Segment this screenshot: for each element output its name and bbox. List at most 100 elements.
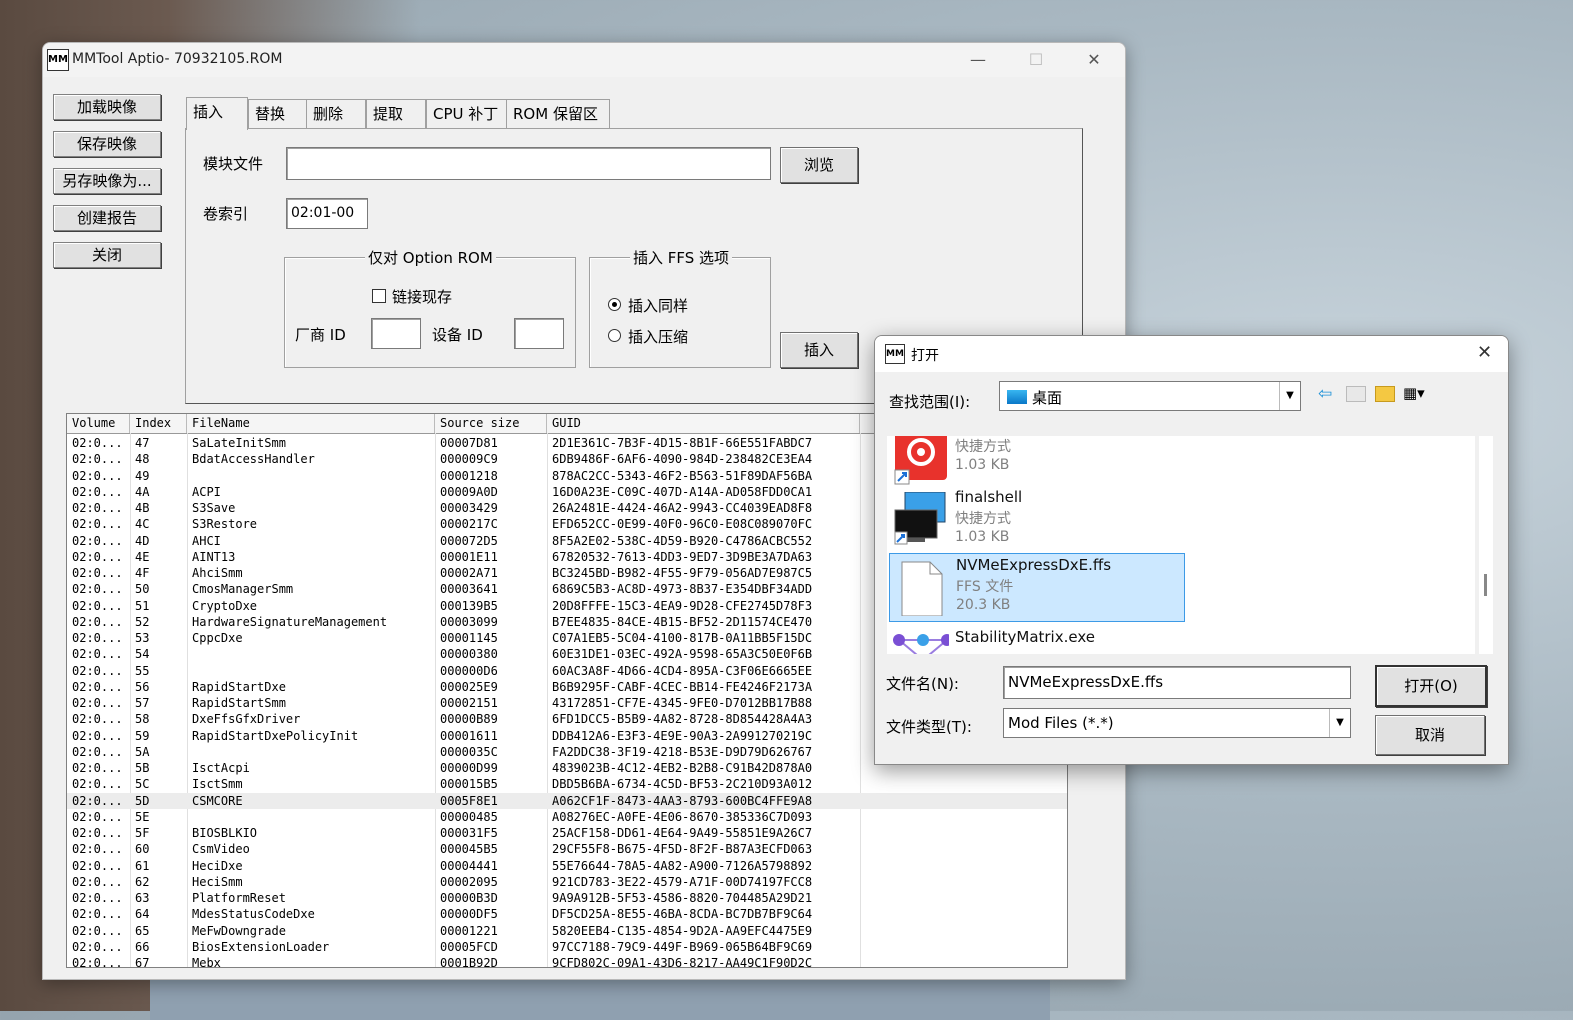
tab-insert[interactable]: 插入 bbox=[186, 97, 248, 130]
table-cell: 00001221 bbox=[440, 923, 498, 938]
table-cell: 02:0... bbox=[72, 809, 123, 824]
new-folder-icon[interactable] bbox=[1375, 386, 1395, 402]
table-cell: 00000D99 bbox=[440, 761, 498, 775]
link-present-checkbox[interactable] bbox=[372, 289, 386, 303]
title-bar[interactable]: MM MMTool Aptio- 70932105.ROM — ☐ ✕ bbox=[43, 43, 1125, 77]
column-header-source-size[interactable]: Source size bbox=[435, 414, 547, 433]
table-row[interactable]: 02:0... 63 PlatformReset 00000B3D 9A9A912B-5… bbox=[67, 890, 1067, 906]
filetype-label: 文件类型(T): bbox=[886, 718, 972, 736]
table-cell: 000025E9 bbox=[440, 679, 498, 694]
table-cell: 02:0... bbox=[72, 533, 123, 548]
column-header-volume[interactable]: Volume bbox=[67, 414, 130, 433]
file-item-selected[interactable]: NVMeExpressDxE.ffs FFS 文件 20.3 KB bbox=[889, 553, 1185, 622]
table-cell: 02:0... bbox=[72, 663, 123, 678]
table-cell: 25ACF158-DD61-4E64-9A49-55851E9A26C7 bbox=[552, 826, 813, 840]
table-cell: C07A1EB5-5C04-4100-817B-0A11BB5F15DC bbox=[552, 631, 813, 645]
dialog-close-icon[interactable]: ✕ bbox=[1477, 342, 1492, 363]
module-file-input[interactable] bbox=[286, 147, 771, 180]
open-button[interactable]: 打开(O) bbox=[1375, 665, 1487, 707]
column-header-filename[interactable]: FileName bbox=[187, 414, 435, 433]
volume-index-input[interactable]: 02:01-00 bbox=[286, 198, 368, 229]
load-image-button[interactable]: 加载映像 bbox=[53, 94, 161, 120]
table-cell: 00004441 bbox=[440, 858, 498, 873]
close-button[interactable]: 关闭 bbox=[53, 242, 161, 268]
close-icon[interactable]: ✕ bbox=[1071, 45, 1117, 75]
table-cell: 63 bbox=[135, 891, 150, 905]
table-cell: IsctAcpi bbox=[192, 761, 250, 775]
look-in-combo[interactable]: 桌面 ▼ bbox=[999, 381, 1301, 411]
red-app-shortcut-icon bbox=[893, 436, 949, 488]
table-row[interactable]: 02:0... 5C IsctSmm 000015B5 DBD5B6BA-6734-4C… bbox=[67, 776, 1067, 792]
filename-label: 文件名(N): bbox=[886, 675, 959, 693]
device-id-input[interactable] bbox=[514, 318, 564, 349]
table-cell: B6B9295F-CABF-4CEC-BB14-FE4246F2173A bbox=[552, 679, 813, 694]
dialog-app-icon: MM bbox=[885, 344, 905, 364]
look-in-dropdown-icon[interactable]: ▼ bbox=[1279, 382, 1300, 410]
table-row[interactable]: 02:0... 5F BIOSBLKIO 000031F5 25ACF158-DD61-… bbox=[67, 825, 1067, 841]
file-name: finalshell bbox=[955, 488, 1023, 506]
view-menu-icon[interactable]: ▦▾ bbox=[1403, 384, 1425, 402]
file-list[interactable]: 快捷方式 1.03 KB finalshell 快捷方式 1.03 KB NVM… bbox=[887, 436, 1475, 654]
tab-replace[interactable]: 替换 bbox=[248, 99, 308, 128]
browse-button[interactable]: 浏览 bbox=[780, 147, 858, 183]
table-cell: MdesStatusCodeDxe bbox=[192, 907, 315, 922]
table-cell: DBD5B6BA-6734-4C5D-BF53-2C210D93A012 bbox=[552, 777, 813, 792]
minimize-icon[interactable]: — bbox=[955, 45, 1001, 75]
filetype-value: Mod Files (*.*) bbox=[1008, 714, 1114, 732]
table-cell: 02:0... bbox=[72, 793, 123, 808]
table-row[interactable]: 02:0... 64 MdesStatusCodeDxe 00000DF5 DF5CD2… bbox=[67, 906, 1067, 922]
tab-extract[interactable]: 提取 bbox=[366, 99, 426, 128]
table-row[interactable]: 02:0... 60 CsmVideo 000045B5 29CF55F8-B675-4… bbox=[67, 841, 1067, 857]
table-cell: 02:0... bbox=[72, 891, 123, 905]
insert-button[interactable]: 插入 bbox=[780, 332, 858, 368]
table-cell: 26A2481E-4424-46A2-9943-CC4039EAD8F8 bbox=[552, 501, 813, 515]
vendor-id-input[interactable] bbox=[371, 318, 421, 349]
table-cell: 00005FCD bbox=[440, 939, 498, 954]
table-cell: 00003429 bbox=[440, 501, 498, 515]
back-arrow-icon[interactable]: ⇦ bbox=[1318, 384, 1332, 404]
table-row[interactable]: 02:0... 61 HeciDxe 00004441 55E76644-78A5-4A… bbox=[67, 858, 1067, 874]
filetype-dropdown-icon[interactable]: ▼ bbox=[1329, 709, 1350, 737]
tab-rom-hole[interactable]: ROM 保留区 bbox=[506, 99, 610, 128]
cancel-button[interactable]: 取消 bbox=[1375, 715, 1485, 755]
save-image-as-button[interactable]: 另存映像为... bbox=[53, 168, 161, 194]
file-list-scrollbar[interactable] bbox=[1479, 436, 1493, 654]
table-row[interactable]: 02:0... 5D CSMCORE 0005F8E1 A062CF1F-8473-4A… bbox=[67, 792, 1067, 809]
table-row[interactable]: 02:0... 66 BiosExtensionLoader 00005FCD 97CC… bbox=[67, 939, 1067, 955]
table-cell: 02:0... bbox=[72, 939, 123, 954]
table-cell: RapidStartDxe bbox=[192, 679, 286, 694]
table-cell: DDB412A6-E3F3-4E9E-90A3-2A991270219C bbox=[552, 728, 813, 743]
table-cell: EFD652CC-0E99-40F0-96C0-E08C089070FC bbox=[552, 517, 813, 532]
table-cell: 58 bbox=[135, 712, 150, 727]
table-cell: 97CC7188-79C9-449F-B969-065B64BF9C69 bbox=[552, 939, 813, 954]
table-row[interactable]: 02:0... 5E 00000485 A08276EC-A0FE-4E06-8670… bbox=[67, 809, 1067, 825]
table-cell: 60E31DE1-03EC-492A-9598-65A3C50E0F6B bbox=[552, 647, 813, 662]
table-cell: 48 bbox=[135, 452, 150, 467]
scrollbar-thumb[interactable] bbox=[1484, 574, 1487, 596]
table-cell: A062CF1F-8473-4AA3-8793-600BC4FFE9A8 bbox=[552, 793, 813, 808]
file-type: 快捷方式 bbox=[955, 439, 1011, 455]
filename-input[interactable]: NVMeExpressDxE.ffs bbox=[1003, 666, 1351, 699]
table-cell: CppcDxe bbox=[192, 631, 243, 645]
table-cell: S3Save bbox=[192, 501, 236, 515]
table-cell: 60AC3A8F-4D66-4CD4-895A-C3F06E6665EE bbox=[552, 663, 813, 678]
table-cell: 00002A71 bbox=[440, 566, 498, 580]
table-row[interactable]: 02:0... 62 HeciSmm 00002095 921CD783-3E22-45… bbox=[67, 874, 1067, 890]
dialog-title-bar[interactable]: MM 打开 ✕ bbox=[875, 336, 1508, 372]
tab-cpu-patch[interactable]: CPU 补丁 bbox=[426, 99, 508, 128]
tab-delete[interactable]: 删除 bbox=[306, 99, 366, 128]
insert-as-is-radio[interactable] bbox=[608, 298, 621, 311]
save-image-button[interactable]: 保存映像 bbox=[53, 131, 161, 157]
insert-compressed-radio[interactable] bbox=[608, 329, 621, 342]
file-item[interactable]: StabilityMatrix.exe bbox=[889, 626, 1185, 654]
table-cell: FA2DDC38-3F19-4218-B53E-D9D79D626767 bbox=[552, 744, 813, 759]
table-cell: 00002151 bbox=[440, 696, 498, 710]
table-cell: 02:0... bbox=[72, 761, 123, 775]
column-header-guid[interactable]: GUID bbox=[547, 414, 860, 433]
file-item[interactable]: finalshell 快捷方式 1.03 KB bbox=[889, 486, 1185, 554]
column-header-index[interactable]: Index bbox=[130, 414, 187, 433]
table-row[interactable]: 02:0... 67 Mebx 0001B92D 9CFD802C-09A1-43D6-… bbox=[67, 955, 1067, 967]
table-row[interactable]: 02:0... 65 MeFwDowngrade 00001221 5820EEB4-C… bbox=[67, 923, 1067, 939]
create-report-button[interactable]: 创建报告 bbox=[53, 205, 161, 231]
filetype-combo[interactable]: Mod Files (*.*) ▼ bbox=[1003, 708, 1351, 738]
